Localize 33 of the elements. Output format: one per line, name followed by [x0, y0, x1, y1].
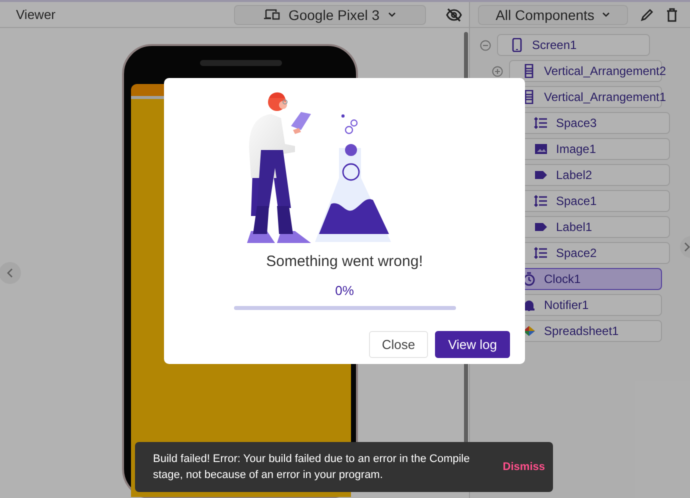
- space-icon: [534, 246, 548, 260]
- device-dropdown[interactable]: Google Pixel 3: [234, 4, 426, 24]
- trash-icon[interactable]: [666, 8, 678, 22]
- error-title: Something went wrong!: [266, 253, 423, 270]
- devices-icon: [264, 9, 280, 20]
- pencil-icon[interactable]: [640, 8, 654, 22]
- snackbar-message: Build failed! Error: Your build failed due to an error in the Compile stage, not because of an error in your program.: [153, 452, 471, 483]
- expand-toggle-icon[interactable]: [492, 66, 503, 76]
- viewer-title: Viewer: [16, 7, 57, 22]
- chevron-left-icon: [7, 268, 13, 278]
- view-log-button[interactable]: View log: [435, 331, 510, 358]
- screen-icon: [510, 38, 524, 52]
- close-button[interactable]: Close: [368, 331, 428, 358]
- space-icon: [534, 194, 548, 208]
- notifier-icon: [522, 298, 536, 312]
- spreadsheet-icon: [522, 324, 536, 338]
- chevron-right-icon: [684, 242, 690, 252]
- space-icon: [534, 116, 548, 130]
- component-tree-item[interactable]: Screen1: [497, 34, 650, 56]
- hidden-eye-icon[interactable]: [446, 8, 462, 22]
- dismiss-button[interactable]: Dismiss: [502, 461, 545, 473]
- arrangement-icon: [522, 64, 536, 78]
- caret-down-icon: [602, 12, 610, 17]
- label-icon: [534, 168, 548, 182]
- collapse-left-button[interactable]: [0, 262, 21, 284]
- label-icon: [534, 220, 548, 234]
- image-icon: [534, 142, 548, 156]
- collapse-toggle-icon[interactable]: [480, 40, 491, 50]
- components-filter-dropdown[interactable]: All Components: [478, 4, 628, 24]
- clock-icon: [522, 272, 536, 286]
- caret-down-icon: [388, 12, 396, 17]
- progress-percentage: 0%: [335, 283, 354, 298]
- arrangement-icon: [522, 90, 536, 104]
